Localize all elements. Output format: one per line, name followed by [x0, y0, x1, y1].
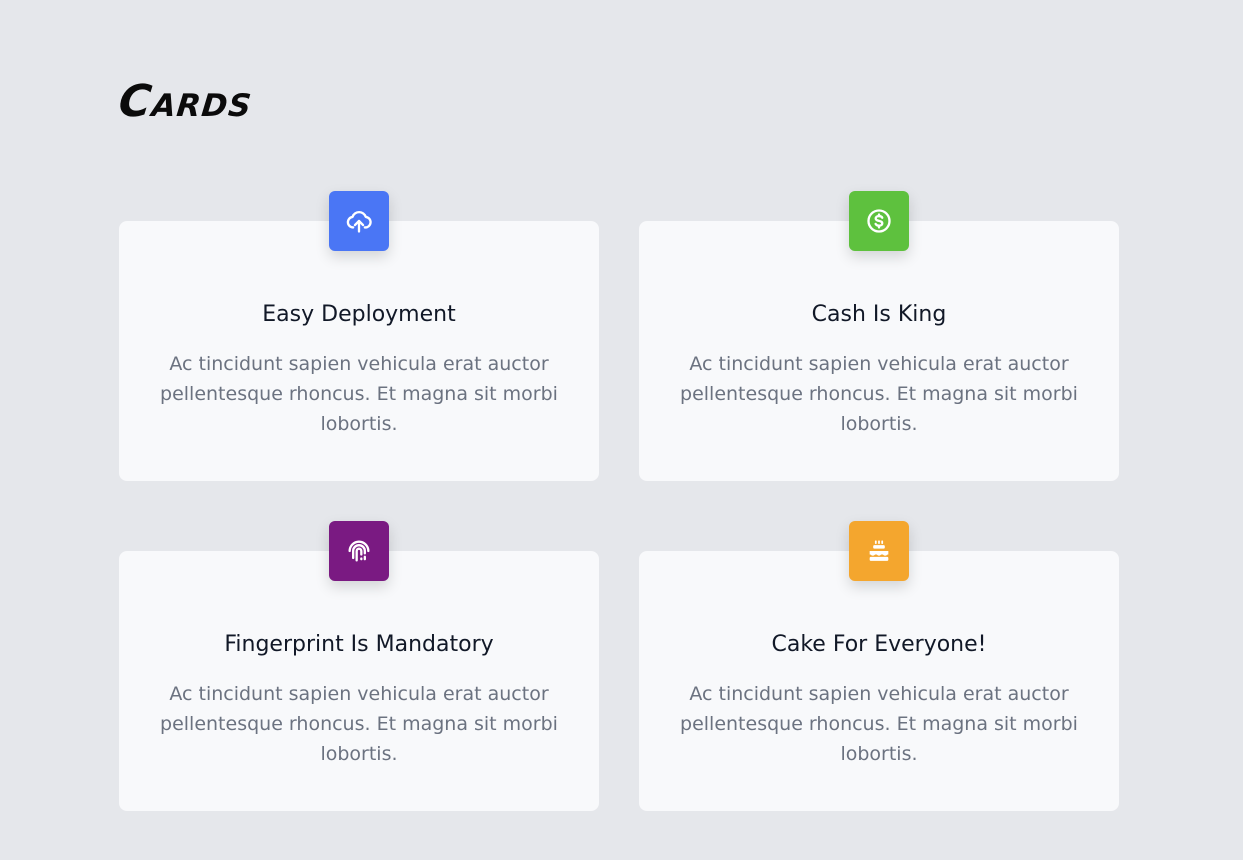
- card: Cash Is King Ac tincidunt sapien vehicul…: [639, 191, 1119, 481]
- fingerprint-icon: [345, 537, 373, 565]
- cards-grid: Easy Deployment Ac tincidunt sapien vehi…: [119, 191, 1119, 811]
- card-text: Ac tincidunt sapien vehicula erat auctor…: [680, 683, 1078, 765]
- dollar-circle-icon: [865, 207, 893, 235]
- card-title: Cash Is King: [811, 302, 947, 327]
- card: Easy Deployment Ac tincidunt sapien vehi…: [119, 191, 599, 481]
- cloud-upload-icon: [345, 207, 373, 235]
- card-text: Ac tincidunt sapien vehicula erat auctor…: [680, 353, 1078, 435]
- card-icon-tile: [849, 521, 909, 581]
- cake-icon: [865, 537, 893, 565]
- card-title: Easy Deployment: [262, 302, 456, 327]
- card: Cake For Everyone! Ac tincidunt sapien v…: [639, 521, 1119, 811]
- card-icon-tile: [329, 521, 389, 581]
- card: Fingerprint Is Mandatory Ac tincidunt sa…: [119, 521, 599, 811]
- card-title: Cake For Everyone!: [771, 632, 987, 657]
- card-title: Fingerprint Is Mandatory: [224, 632, 494, 657]
- page-title: Cards: [116, 76, 255, 127]
- card-icon-tile: [329, 191, 389, 251]
- card-text: Ac tincidunt sapien vehicula erat auctor…: [160, 353, 558, 435]
- card-text: Ac tincidunt sapien vehicula erat auctor…: [160, 683, 558, 765]
- card-icon-tile: [849, 191, 909, 251]
